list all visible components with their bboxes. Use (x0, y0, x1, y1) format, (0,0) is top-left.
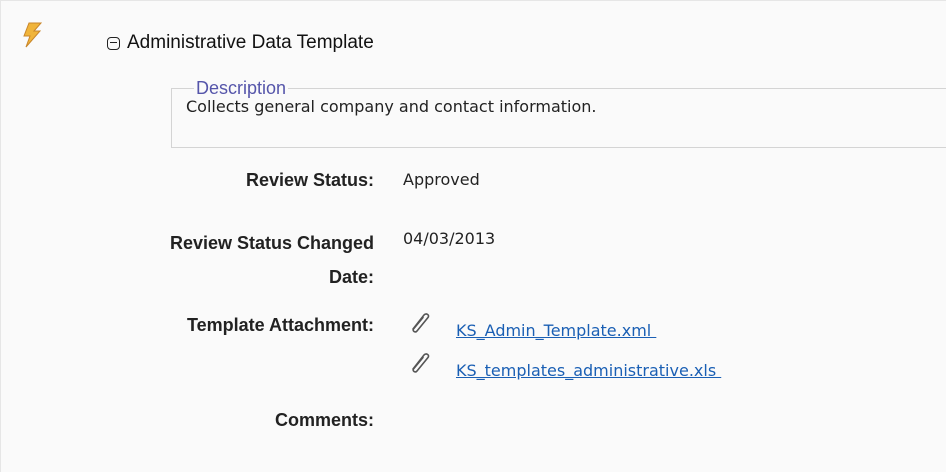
review-status-changed-label-line1: Review Status Changed (169, 233, 374, 253)
template-title: Administrative Data Template (127, 32, 374, 53)
paperclip-icon (412, 313, 430, 333)
description-box: Description Collects general company and… (171, 78, 946, 148)
template-attachment-label: Template Attachment: (186, 315, 374, 335)
review-status-changed-value: 04/03/2013 (403, 229, 496, 248)
review-status-changed-label-line2: Date: (328, 267, 374, 287)
paperclip-icon (412, 353, 430, 373)
attachment-link[interactable]: KS_templates_administrative.xls (456, 361, 721, 380)
lightning-bolt-icon (23, 22, 43, 48)
description-legend: Description (196, 78, 287, 98)
collapse-minus-icon[interactable] (107, 36, 120, 50)
review-status-changed-label: Review Status Changed Date: (170, 226, 374, 294)
description-text: Collects general company and contact inf… (186, 97, 597, 116)
attachment-item: KS_templates_administrative.xls (406, 353, 721, 380)
review-status-value: Approved (403, 170, 480, 189)
template-header: Administrative Data Template (107, 32, 374, 54)
attachment-link[interactable]: KS_Admin_Template.xml (456, 321, 656, 340)
template-panel: Administrative Data Template Description… (0, 0, 946, 472)
review-status-label: Review Status: (245, 170, 374, 190)
attachment-item: KS_Admin_Template.xml (406, 313, 656, 340)
comments-label: Comments: (274, 410, 374, 430)
